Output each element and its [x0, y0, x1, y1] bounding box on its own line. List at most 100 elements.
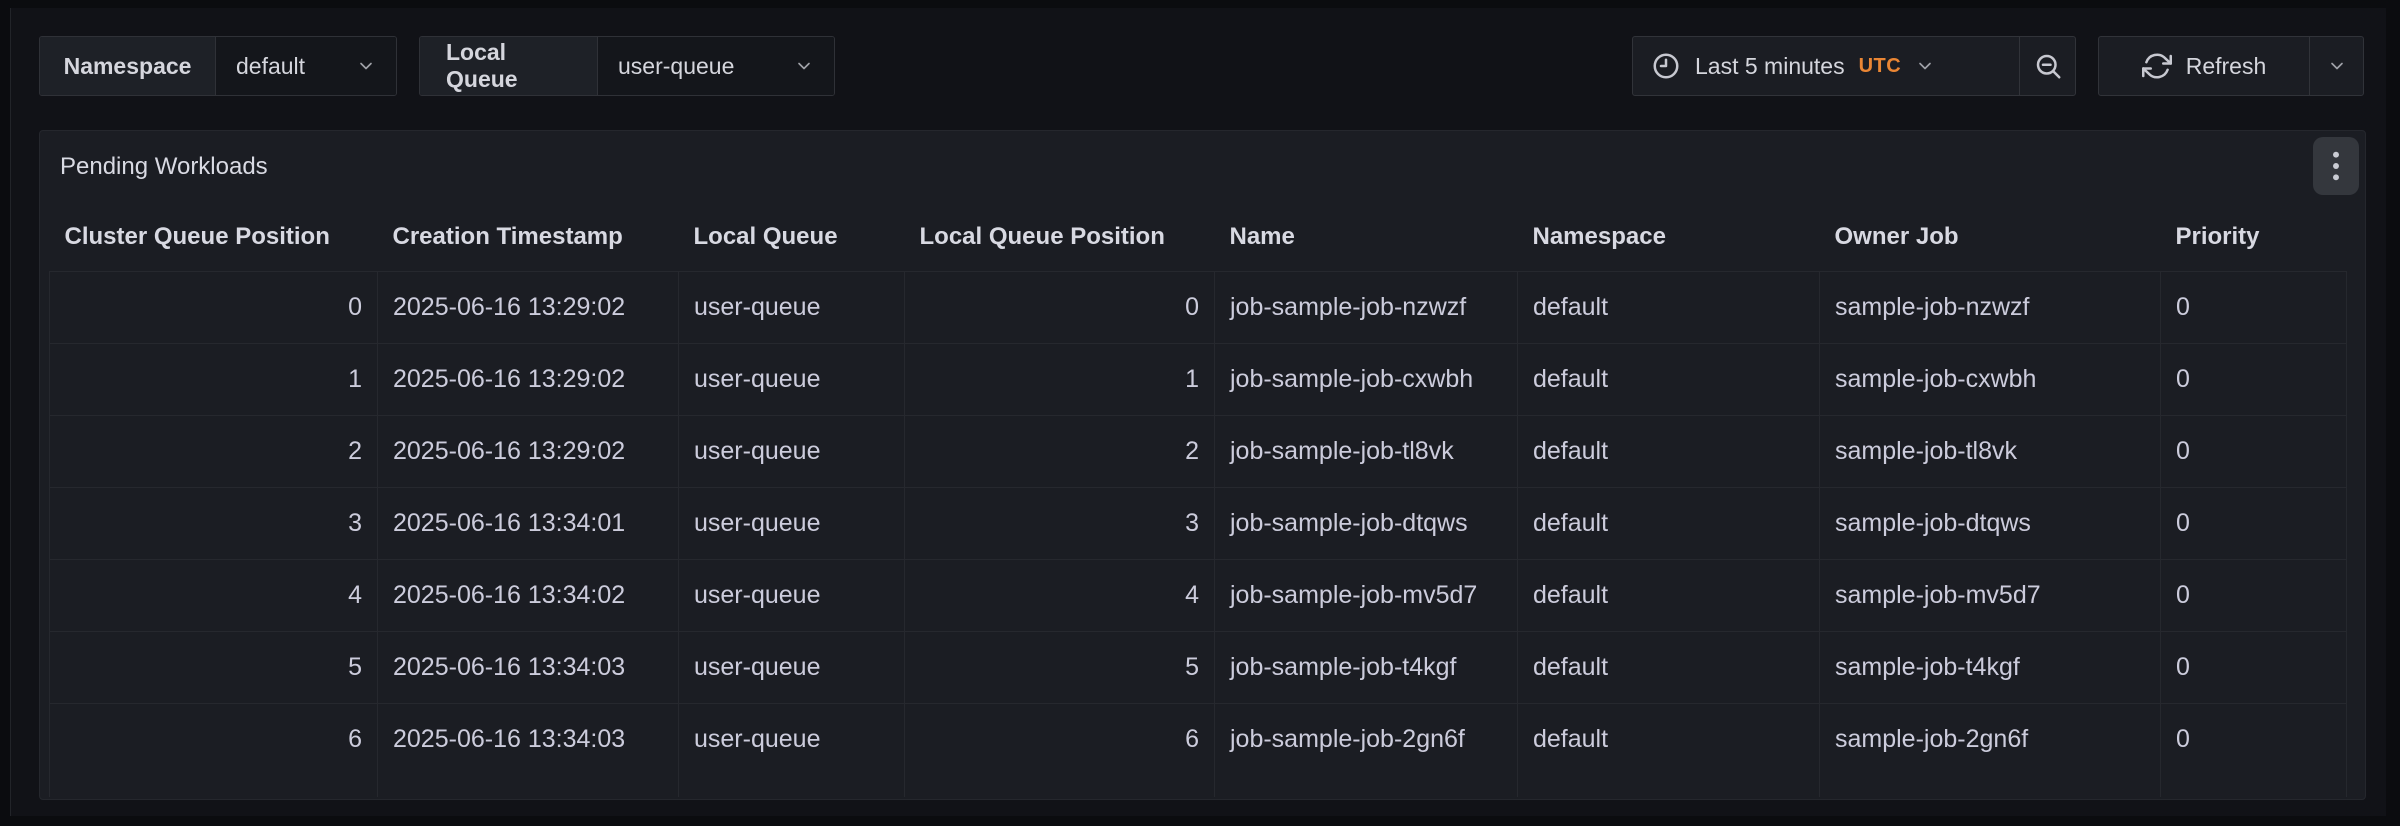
table-cell: 1 [905, 343, 1215, 415]
dashboard-toolbar: Namespace default Local Queue user-queue [39, 36, 2364, 96]
table-cell: 6 [905, 703, 1215, 775]
table-cell: 3 [50, 487, 378, 559]
table-cell: 2025-06-16 13:29:02 [378, 343, 679, 415]
variable-namespace-value: default [236, 53, 305, 80]
table-cell: 0 [2161, 703, 2347, 775]
table-spacer-cell [378, 775, 679, 797]
variable-local-queue-label: Local Queue [420, 37, 598, 95]
table-cell: 0 [905, 271, 1215, 343]
table-cell: 0 [2161, 271, 2347, 343]
toolbar-right-group: Last 5 minutes UTC [1632, 36, 2364, 96]
table-cell: 5 [905, 631, 1215, 703]
table-cell: user-queue [679, 415, 905, 487]
table-cell: 2025-06-16 13:34:03 [378, 631, 679, 703]
time-picker-button[interactable]: Last 5 minutes UTC [1633, 37, 2019, 95]
table-row: 62025-06-16 13:34:03user-queue6job-sampl… [50, 703, 2347, 775]
table-header-row: Cluster Queue PositionCreation Timestamp… [50, 203, 2347, 271]
column-header-name[interactable]: Name [1215, 203, 1518, 271]
refresh-controls-group: Refresh [2098, 36, 2364, 96]
table-cell: job-sample-job-tl8vk [1215, 415, 1518, 487]
table-spacer-cell [2161, 775, 2347, 797]
table-cell: job-sample-job-2gn6f [1215, 703, 1518, 775]
chevron-down-icon [1915, 56, 1935, 76]
refresh-interval-dropdown[interactable] [2309, 37, 2363, 95]
panel-header: Pending Workloads [40, 131, 2365, 203]
table-spacer-row [50, 775, 2347, 797]
table-cell: 0 [2161, 559, 2347, 631]
table-spacer-cell [1820, 775, 2161, 797]
table-cell: sample-job-nzwzf [1820, 271, 2161, 343]
table-cell: 2025-06-16 13:29:02 [378, 271, 679, 343]
column-header-priority[interactable]: Priority [2161, 203, 2347, 271]
table-cell: 2025-06-16 13:34:01 [378, 487, 679, 559]
table-cell: default [1518, 703, 1820, 775]
table-cell: 1 [50, 343, 378, 415]
table-cell: 2025-06-16 13:34:03 [378, 703, 679, 775]
panel-menu-button[interactable] [2313, 137, 2359, 195]
column-header-local-queue[interactable]: Local Queue [679, 203, 905, 271]
table-cell: sample-job-mv5d7 [1820, 559, 2161, 631]
table-cell: 0 [2161, 631, 2347, 703]
table-spacer-cell [50, 775, 378, 797]
chevron-down-icon [794, 56, 814, 76]
panel-title[interactable]: Pending Workloads [60, 153, 268, 181]
variable-namespace-select[interactable]: default [216, 37, 396, 95]
table-cell: 0 [50, 271, 378, 343]
table-cell: 0 [2161, 487, 2347, 559]
table-cell: sample-job-cxwbh [1820, 343, 2161, 415]
column-header-creation-timestamp[interactable]: Creation Timestamp [378, 203, 679, 271]
table-cell: 0 [2161, 415, 2347, 487]
table-cell: job-sample-job-t4kgf [1215, 631, 1518, 703]
table-cell: 2 [905, 415, 1215, 487]
table-cell: default [1518, 631, 1820, 703]
variable-local-queue-select[interactable]: user-queue [598, 37, 834, 95]
time-controls-group: Last 5 minutes UTC [1632, 36, 2076, 96]
table-cell: job-sample-job-dtqws [1215, 487, 1518, 559]
table-cell: default [1518, 415, 1820, 487]
table-spacer-cell [1215, 775, 1518, 797]
table-row: 22025-06-16 13:29:02user-queue2job-sampl… [50, 415, 2347, 487]
table-cell: user-queue [679, 631, 905, 703]
refresh-label: Refresh [2186, 53, 2267, 80]
pending-workloads-panel: Pending Workloads Cluster Queue Position… [39, 130, 2366, 800]
column-header-owner-job[interactable]: Owner Job [1820, 203, 2161, 271]
table-cell: default [1518, 343, 1820, 415]
table-cell: user-queue [679, 487, 905, 559]
table-cell: user-queue [679, 703, 905, 775]
table-cell: job-sample-job-nzwzf [1215, 271, 1518, 343]
table-cell: default [1518, 271, 1820, 343]
table-row: 42025-06-16 13:34:02user-queue4job-sampl… [50, 559, 2347, 631]
clock-icon [1651, 51, 1681, 81]
variable-local-queue: Local Queue user-queue [419, 36, 835, 96]
variable-local-queue-value: user-queue [618, 53, 734, 80]
chevron-down-icon [2327, 56, 2347, 76]
refresh-button[interactable]: Refresh [2099, 37, 2309, 95]
table-cell: 4 [50, 559, 378, 631]
table-cell: sample-job-t4kgf [1820, 631, 2161, 703]
table-cell: sample-job-dtqws [1820, 487, 2161, 559]
pending-workloads-table: Cluster Queue PositionCreation Timestamp… [49, 203, 2347, 797]
variable-namespace-label: Namespace [40, 37, 216, 95]
time-zoom-out-button[interactable] [2019, 37, 2075, 95]
table-spacer-cell [679, 775, 905, 797]
table-cell: 2025-06-16 13:34:02 [378, 559, 679, 631]
table-cell: sample-job-tl8vk [1820, 415, 2161, 487]
chevron-down-icon [356, 56, 376, 76]
table-cell: user-queue [679, 343, 905, 415]
table-cell: job-sample-job-mv5d7 [1215, 559, 1518, 631]
kebab-menu-icon [2324, 149, 2348, 183]
table-cell: job-sample-job-cxwbh [1215, 343, 1518, 415]
table-cell: default [1518, 487, 1820, 559]
pending-workloads-table-wrap: Cluster Queue PositionCreation Timestamp… [49, 203, 2347, 797]
refresh-sync-icon [2142, 51, 2172, 81]
table-cell: user-queue [679, 559, 905, 631]
column-header-local-queue-position[interactable]: Local Queue Position [905, 203, 1215, 271]
variable-namespace: Namespace default [39, 36, 397, 96]
table-row: 32025-06-16 13:34:01user-queue3job-sampl… [50, 487, 2347, 559]
column-header-cluster-queue-position[interactable]: Cluster Queue Position [50, 203, 378, 271]
column-header-namespace[interactable]: Namespace [1518, 203, 1820, 271]
table-cell: 5 [50, 631, 378, 703]
table-row: 52025-06-16 13:34:03user-queue5job-sampl… [50, 631, 2347, 703]
table-cell: 2025-06-16 13:29:02 [378, 415, 679, 487]
table-cell: 2 [50, 415, 378, 487]
